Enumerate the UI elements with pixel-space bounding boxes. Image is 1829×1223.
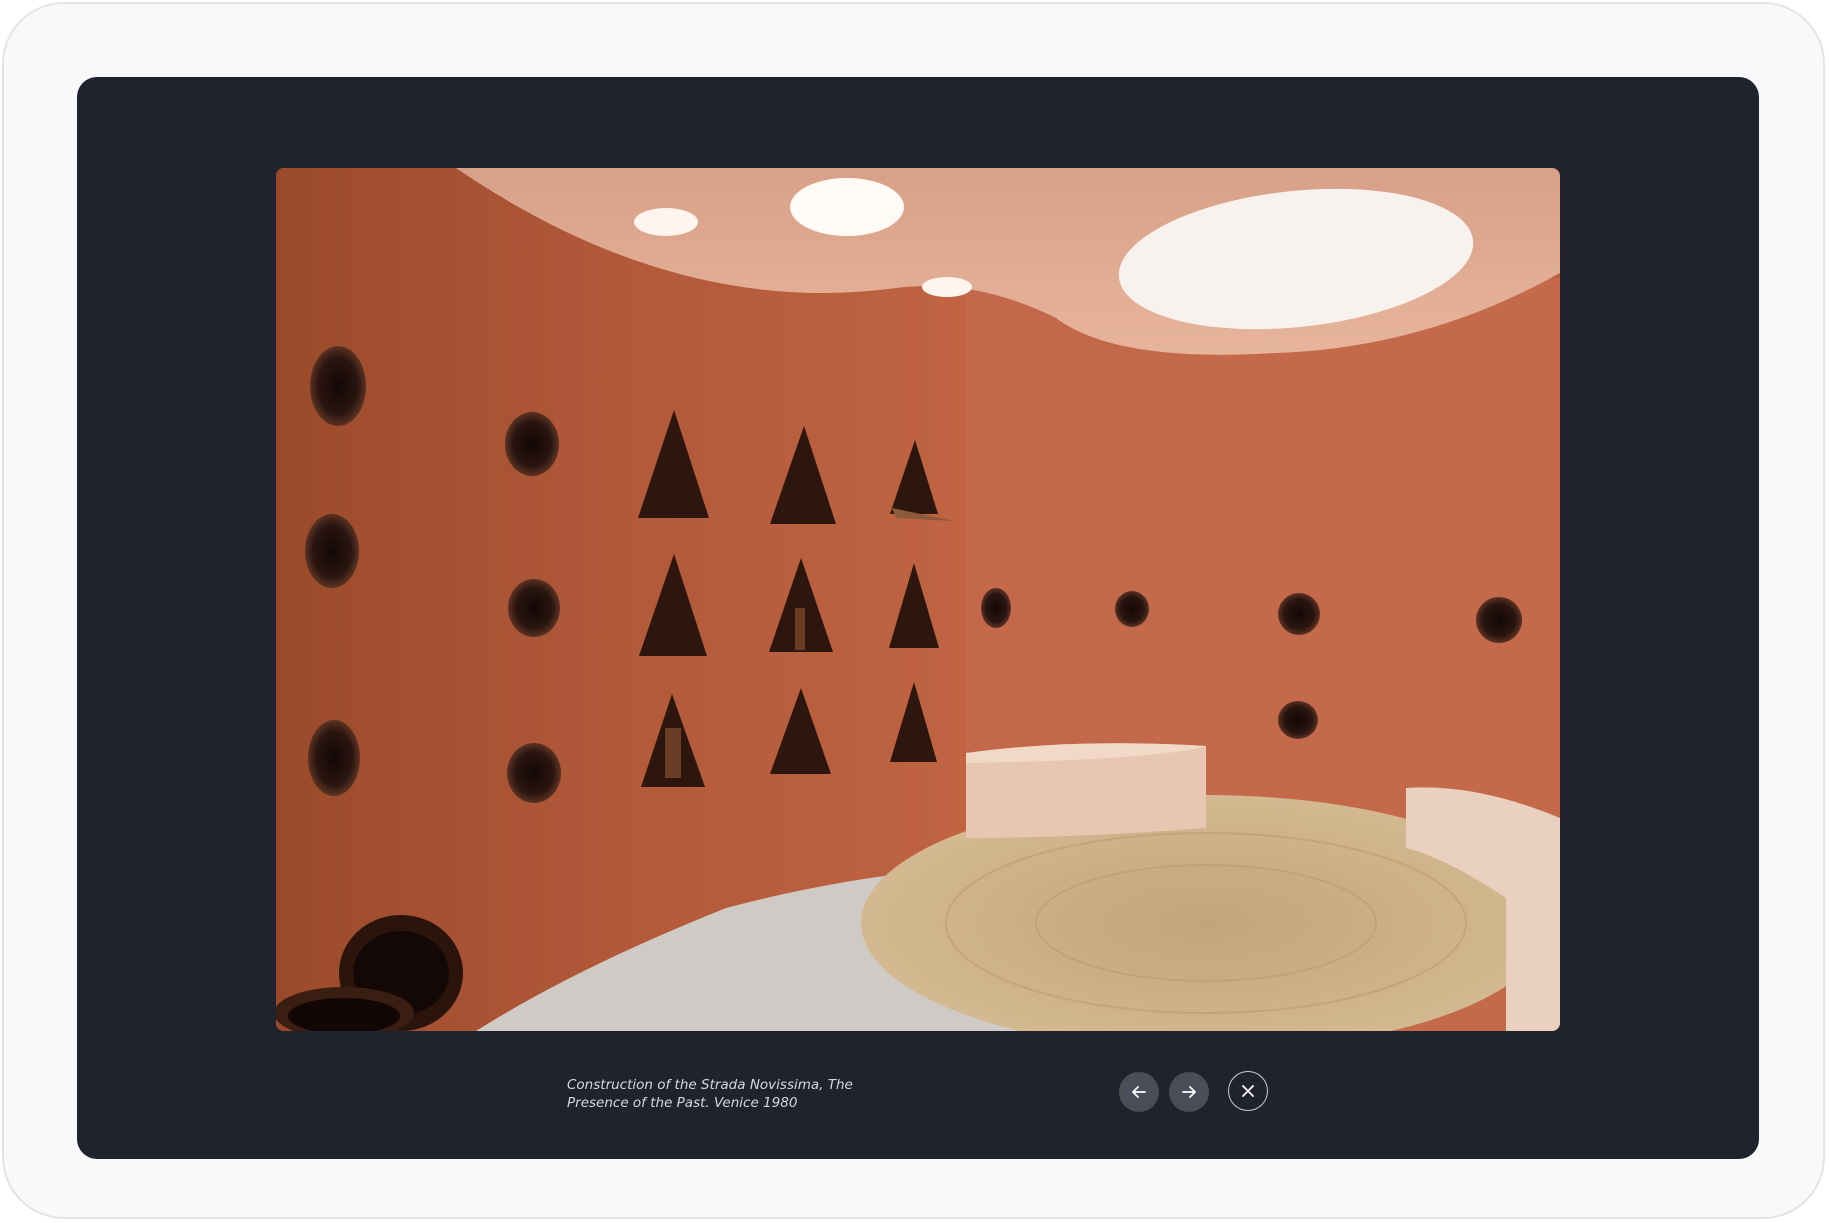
image-caption: Construction of the Strada Novissima, Th… [567,1076,897,1112]
next-image-button[interactable] [1169,1072,1209,1112]
lightbox-image [276,168,1560,1031]
caption-line-1: Construction of the Strada Novissima, Th… [567,1077,853,1093]
arrow-right-icon [1180,1083,1198,1101]
previous-image-button[interactable] [1119,1072,1159,1112]
caption-line-2: Presence of the Past. Venice 1980 [567,1095,798,1111]
lightbox-overlay: Construction of the Strada Novissima, Th… [77,77,1759,1159]
arrow-left-icon [1130,1083,1148,1101]
close-icon [1240,1083,1256,1099]
close-button[interactable] [1228,1071,1268,1111]
device-frame: Construction of the Strada Novissima, Th… [2,2,1825,1219]
